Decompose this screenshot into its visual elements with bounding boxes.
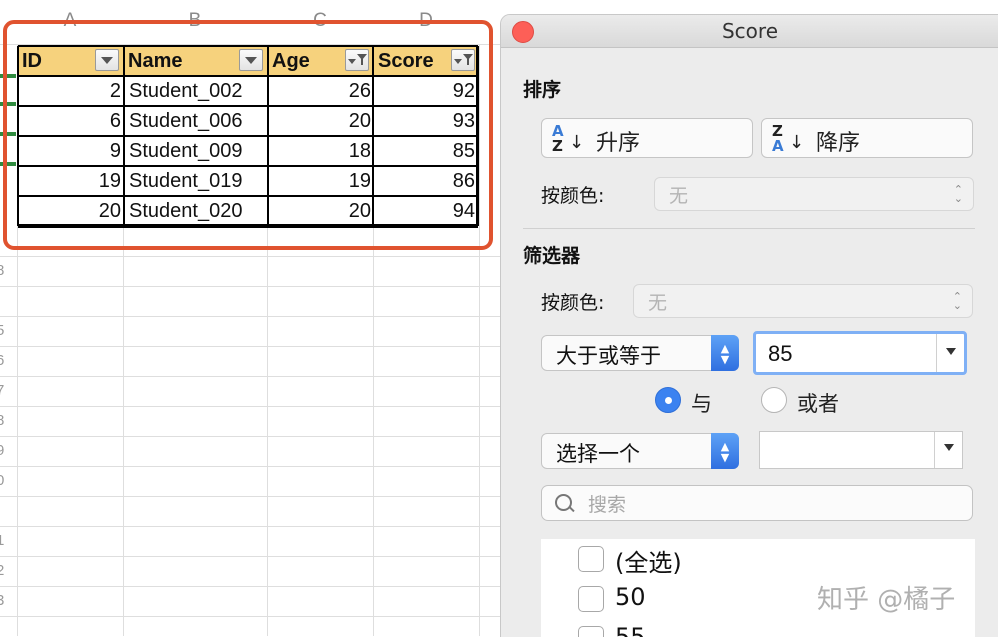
logic-or-radio[interactable] bbox=[761, 387, 787, 413]
condition1-operator-select[interactable]: 大于或等于 ▲ ▼ bbox=[541, 335, 739, 371]
checkbox-select-all[interactable] bbox=[578, 546, 604, 572]
sort-descending-label: 降序 bbox=[816, 131, 861, 156]
chevron-down-icon bbox=[946, 348, 956, 355]
grid-line bbox=[0, 256, 500, 257]
condition2-value-combobox[interactable] bbox=[759, 431, 963, 469]
grid-line bbox=[0, 316, 500, 317]
sort-section-label: 排序 bbox=[523, 79, 562, 101]
sort-ascending-button[interactable]: A Z ↓ 升序 bbox=[541, 118, 753, 158]
sort-by-color-select[interactable]: 无 ⌃ ⌄ bbox=[654, 177, 974, 211]
spreadsheet: A B C D 8 5 6 7 8 9 0 1 2 3 ID Name Age … bbox=[0, 0, 500, 636]
filter-search-input[interactable]: 搜索 bbox=[541, 485, 973, 521]
search-placeholder: 搜索 bbox=[588, 494, 627, 516]
grid-line bbox=[0, 406, 500, 407]
sort-by-color-label: 按颜色: bbox=[541, 185, 605, 207]
chevron-down-icon bbox=[944, 444, 954, 451]
sort-ascending-icon: A Z ↓ bbox=[552, 122, 585, 155]
updown-chevron-icon: ▲ ▼ bbox=[711, 433, 739, 469]
grid-line bbox=[0, 466, 500, 467]
filter-by-color-select[interactable]: 无 ⌃ ⌄ bbox=[633, 284, 973, 318]
condition2-operator-select[interactable]: 选择一个 ▲ ▼ bbox=[541, 433, 739, 469]
checkbox-value[interactable] bbox=[578, 626, 604, 637]
grid-line bbox=[0, 616, 500, 617]
updown-chevron-icon: ⌃ ⌄ bbox=[952, 290, 962, 312]
sort-descending-button[interactable]: Z A ↓ 降序 bbox=[761, 118, 973, 158]
dropdown-toggle[interactable] bbox=[936, 334, 964, 372]
grid-line bbox=[0, 526, 500, 527]
grid-line bbox=[0, 436, 500, 437]
grid-line bbox=[0, 586, 500, 587]
watermark: 知乎 @橘子 bbox=[817, 585, 956, 615]
grid-line bbox=[0, 496, 500, 497]
list-item-label: 55 bbox=[615, 623, 646, 637]
sort-filter-panel: Score 排序 A Z ↓ 升序 Z A ↓ 降序 按颜色: 无 ⌃ ⌄ 筛选器… bbox=[500, 14, 998, 637]
sort-descending-icon: Z A ↓ bbox=[772, 122, 805, 155]
row-number[interactable]: 9 bbox=[0, 442, 6, 459]
filter-section-label: 筛选器 bbox=[523, 245, 581, 267]
section-divider bbox=[523, 228, 975, 229]
dropdown-toggle[interactable] bbox=[934, 432, 962, 468]
checkbox-value[interactable] bbox=[578, 586, 604, 612]
row-number[interactable]: 7 bbox=[0, 382, 6, 399]
row-number[interactable]: 0 bbox=[0, 472, 6, 489]
updown-chevron-icon: ⌃ ⌄ bbox=[953, 183, 963, 205]
logic-and-radio[interactable] bbox=[655, 387, 681, 413]
grid-line bbox=[0, 286, 500, 287]
updown-chevron-icon: ▲ ▼ bbox=[711, 335, 739, 371]
row-number[interactable]: 5 bbox=[0, 322, 6, 339]
row-number[interactable]: 2 bbox=[0, 562, 6, 579]
logic-and-label: 与 bbox=[691, 392, 712, 416]
row-number[interactable]: 8 bbox=[0, 412, 6, 429]
row-number[interactable]: 8 bbox=[0, 262, 6, 279]
panel-titlebar: Score bbox=[501, 15, 998, 48]
row-number[interactable]: 1 bbox=[0, 532, 6, 549]
list-item-label: 50 bbox=[615, 583, 646, 611]
filter-by-color-label: 按颜色: bbox=[541, 292, 605, 314]
grid-line bbox=[0, 376, 500, 377]
list-item-label: (全选) bbox=[615, 549, 682, 577]
grid-line bbox=[0, 346, 500, 347]
row-number[interactable]: 6 bbox=[0, 352, 6, 369]
sort-ascending-label: 升序 bbox=[596, 131, 641, 156]
condition1-value-combobox[interactable]: 85 bbox=[753, 331, 967, 375]
panel-title: Score bbox=[721, 19, 778, 43]
logic-or-label: 或者 bbox=[797, 392, 839, 416]
row-number[interactable]: 3 bbox=[0, 592, 6, 609]
grid-line bbox=[0, 556, 500, 557]
highlight-box bbox=[3, 20, 493, 250]
